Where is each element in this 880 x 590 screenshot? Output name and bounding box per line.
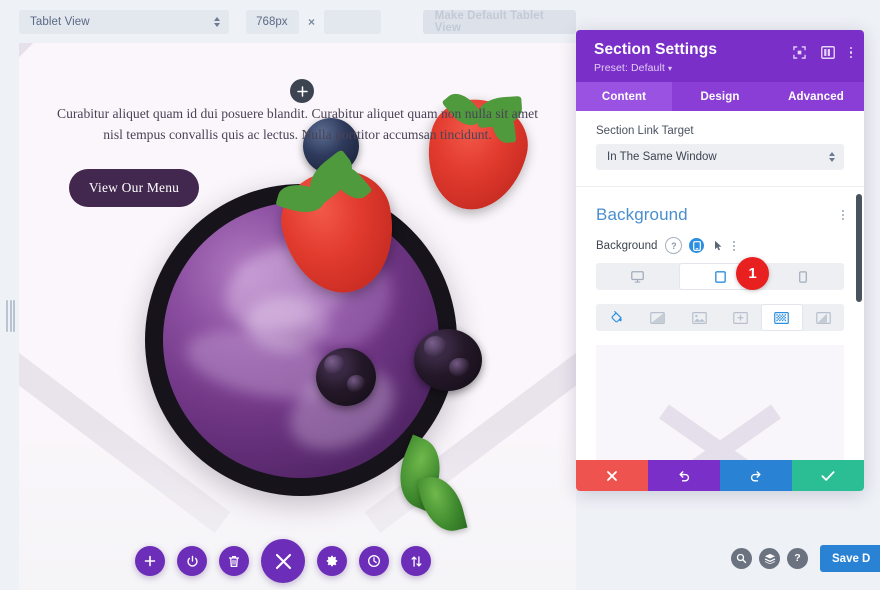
delete-section-button[interactable] bbox=[219, 546, 249, 576]
device-tab-phone[interactable] bbox=[761, 263, 844, 290]
plus-icon bbox=[296, 85, 308, 97]
view-mode-select[interactable]: Tablet View bbox=[19, 9, 230, 34]
help-icon[interactable]: ? bbox=[665, 237, 683, 254]
redo-button[interactable] bbox=[720, 460, 792, 491]
gear-icon bbox=[326, 555, 338, 567]
device-tab-desktop[interactable] bbox=[596, 263, 679, 290]
panel-action-bar bbox=[576, 460, 864, 491]
background-section-header: Background bbox=[576, 187, 864, 225]
viewport-width-input[interactable]: 768px bbox=[246, 9, 300, 34]
viewport-width-value: 768px bbox=[256, 15, 288, 28]
section-settings-panel: Section Settings Preset: Default ▾ Conte… bbox=[576, 30, 864, 491]
viewport-height-input[interactable] bbox=[324, 9, 381, 34]
hover-cursor-icon[interactable] bbox=[711, 238, 726, 253]
undo-button[interactable] bbox=[648, 460, 720, 491]
panel-preset-selector[interactable]: Preset: Default ▾ bbox=[594, 62, 850, 74]
discard-changes-button[interactable] bbox=[576, 460, 648, 491]
desktop-icon bbox=[630, 270, 644, 283]
section-link-target-select[interactable]: In The Same Window bbox=[596, 144, 844, 170]
page-canvas: Curabitur aliquet quam id dui posuere bl… bbox=[19, 43, 576, 590]
add-section-button[interactable] bbox=[135, 546, 165, 576]
phone-icon bbox=[798, 270, 807, 283]
trash-icon bbox=[228, 555, 240, 567]
section-floating-toolbar bbox=[135, 539, 431, 583]
undo-icon bbox=[679, 470, 690, 482]
view-our-menu-button[interactable]: View Our Menu bbox=[69, 169, 199, 207]
paint-bucket-icon bbox=[611, 310, 622, 322]
image-icon bbox=[691, 311, 707, 324]
step-badge-1: 1 bbox=[736, 257, 769, 290]
search-icon bbox=[736, 553, 747, 564]
background-field-header: Background ? bbox=[576, 225, 864, 254]
hero-paragraph: Curabitur aliquet quam id dui posuere bl… bbox=[57, 106, 538, 143]
background-section-menu-icon[interactable] bbox=[842, 210, 844, 220]
pattern-icon bbox=[774, 311, 790, 324]
panel-scrollbar[interactable] bbox=[856, 194, 862, 302]
section-link-target-value: In The Same Window bbox=[607, 151, 717, 163]
section-settings-button[interactable] bbox=[317, 546, 347, 576]
background-device-tabs: 1 bbox=[596, 257, 844, 290]
add-section-top-button[interactable] bbox=[290, 79, 314, 103]
layers-icon bbox=[764, 553, 775, 564]
panel-preset-label: Preset: Default bbox=[594, 62, 665, 74]
make-default-tablet-view-button[interactable]: Make Default Tablet View bbox=[422, 9, 576, 34]
panel-header: Section Settings Preset: Default ▾ bbox=[576, 30, 864, 82]
background-type-color[interactable] bbox=[596, 304, 637, 331]
vertical-dots-icon[interactable] bbox=[849, 46, 852, 59]
background-type-tabs bbox=[596, 304, 844, 331]
question-icon: ? bbox=[794, 552, 801, 565]
panel-header-icons bbox=[792, 46, 852, 59]
background-type-video[interactable] bbox=[720, 304, 761, 331]
canvas-resize-handle[interactable] bbox=[6, 300, 15, 332]
save-draft-button[interactable]: Save D bbox=[820, 545, 880, 572]
help-button[interactable]: ? bbox=[787, 548, 808, 569]
dimension-separator: × bbox=[308, 14, 316, 29]
background-type-mask[interactable] bbox=[803, 304, 844, 331]
check-icon bbox=[821, 470, 835, 481]
search-button[interactable] bbox=[731, 548, 752, 569]
background-type-pattern[interactable] bbox=[761, 304, 803, 331]
background-type-gradient[interactable] bbox=[637, 304, 678, 331]
responsive-view-toolbar: Tablet View 768px × Make Default Tablet … bbox=[0, 0, 576, 43]
chevron-updown-icon bbox=[829, 152, 835, 162]
background-options-icon[interactable] bbox=[733, 240, 736, 251]
disable-section-button[interactable] bbox=[177, 546, 207, 576]
section-link-target-field: Section Link Target In The Same Window bbox=[576, 111, 864, 170]
chevron-updown-icon bbox=[214, 16, 221, 27]
video-icon bbox=[733, 311, 748, 324]
chevron-down-icon: ▾ bbox=[667, 64, 673, 73]
close-icon bbox=[607, 470, 617, 481]
blackberry-image-1 bbox=[316, 348, 376, 406]
sort-arrows-icon bbox=[410, 555, 422, 567]
redo-icon bbox=[750, 470, 761, 482]
tablet-icon bbox=[714, 270, 726, 283]
section-reorder-button[interactable] bbox=[401, 546, 431, 576]
background-pattern-preview[interactable] bbox=[596, 345, 844, 460]
background-type-image[interactable] bbox=[679, 304, 720, 331]
close-section-button[interactable] bbox=[261, 539, 305, 583]
save-changes-button[interactable] bbox=[792, 460, 864, 491]
tab-design[interactable]: Design bbox=[672, 82, 768, 111]
view-mode-value: Tablet View bbox=[30, 15, 90, 28]
gradient-icon bbox=[650, 311, 666, 324]
close-icon bbox=[275, 553, 291, 569]
clock-icon bbox=[368, 555, 380, 567]
mask-icon bbox=[815, 311, 831, 324]
fullscreen-icon[interactable] bbox=[792, 46, 806, 59]
power-icon bbox=[186, 555, 198, 567]
background-section-title: Background bbox=[596, 205, 688, 224]
blackberry-image-2 bbox=[414, 329, 482, 391]
layers-button[interactable] bbox=[759, 548, 780, 569]
tab-content[interactable]: Content bbox=[576, 82, 672, 111]
tab-advanced[interactable]: Advanced bbox=[768, 82, 864, 111]
background-field-label: Background bbox=[596, 239, 658, 252]
panel-tabs: Content Design Advanced bbox=[576, 82, 864, 111]
section-link-target-label: Section Link Target bbox=[596, 125, 694, 137]
responsive-toggle-icon[interactable] bbox=[689, 238, 705, 253]
plus-icon bbox=[144, 555, 156, 567]
layout-columns-icon[interactable] bbox=[820, 46, 835, 59]
panel-body: Section Link Target In The Same Window B… bbox=[576, 111, 864, 460]
editor-bottom-bar: ? Save D bbox=[731, 545, 880, 572]
section-history-button[interactable] bbox=[359, 546, 389, 576]
